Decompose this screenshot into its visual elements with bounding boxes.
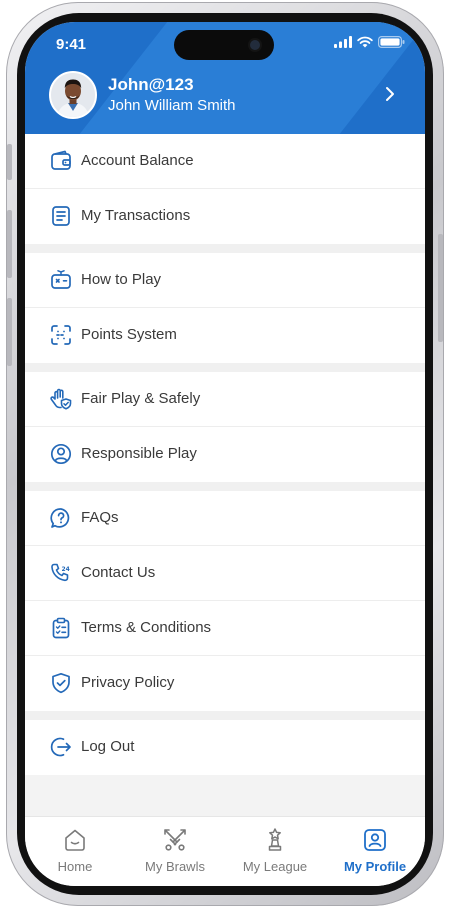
- volume-up-button: [7, 210, 12, 278]
- user-circle-icon: [50, 443, 72, 465]
- tab-label: Home: [57, 859, 93, 874]
- avatar: [49, 71, 97, 119]
- menu-item-label: How to Play: [81, 271, 162, 288]
- dynamic-island: [174, 30, 274, 60]
- battery-icon: [378, 36, 405, 48]
- tab-label: My Brawls: [145, 859, 205, 874]
- menu-item-label: My Transactions: [81, 207, 191, 224]
- chevron-right-icon[interactable]: [379, 83, 401, 105]
- tab-my-brawls[interactable]: My Brawls: [125, 827, 225, 881]
- wallet-icon: [51, 150, 71, 170]
- menu-separator: [25, 363, 425, 372]
- menu-item-label: Privacy Policy: [81, 674, 175, 691]
- menu-item-my-transactions[interactable]: My Transactions: [25, 189, 425, 244]
- clipboard-check-icon: [52, 617, 70, 639]
- tab-my-league[interactable]: My League: [225, 827, 325, 881]
- menu-separator: [25, 244, 425, 253]
- hand-shield-icon: [50, 388, 72, 410]
- menu-item-privacy-policy[interactable]: Privacy Policy: [25, 656, 425, 711]
- profile-badge-icon: [364, 829, 386, 851]
- phone-24-icon: 24: [51, 563, 70, 582]
- status-time: 9:41: [56, 36, 87, 53]
- avatar-photo: [51, 73, 95, 117]
- app-screen: 9:41 John@123 John William Smith Account…: [25, 22, 425, 886]
- menu-item-log-out[interactable]: Log Out: [25, 720, 425, 775]
- menu-item-account-balance[interactable]: Account Balance: [25, 134, 425, 189]
- menu-separator: [25, 711, 425, 720]
- shield-check-icon: [52, 672, 70, 694]
- tab-home[interactable]: Home: [25, 827, 125, 881]
- bottom-tab-bar: Home My Brawls My League My Profile: [25, 816, 425, 886]
- profile-header: 9:41 John@123 John William Smith: [25, 22, 425, 134]
- menu-item-label: Terms & Conditions: [81, 619, 212, 636]
- home-icon: [65, 829, 85, 851]
- menu-item-label: Fair Play & Safely: [81, 390, 201, 407]
- volume-down-button: [7, 298, 12, 366]
- logout-icon: [50, 737, 71, 757]
- power-button: [438, 234, 443, 342]
- trophy-icon: [268, 828, 282, 851]
- menu-item-contact-us[interactable]: 24 Contact Us: [25, 546, 425, 601]
- transactions-icon: [52, 206, 70, 226]
- menu-separator: [25, 482, 425, 491]
- menu-item-responsible-play[interactable]: Responsible Play: [25, 427, 425, 482]
- gamepad-icon: [51, 270, 71, 289]
- signal-icon: [334, 36, 352, 48]
- profile-username: John@123: [108, 75, 194, 94]
- mute-switch: [7, 144, 12, 180]
- menu-item-points-system[interactable]: Points System: [25, 308, 425, 363]
- profile-summary[interactable]: John@123 John William Smith: [49, 71, 401, 121]
- menu-item-terms-conditions[interactable]: Terms & Conditions: [25, 601, 425, 656]
- points-scan-icon: [51, 325, 71, 345]
- crossed-swords-icon: [164, 829, 186, 851]
- wifi-icon: [357, 36, 373, 48]
- menu-item-label: Contact Us: [81, 564, 156, 581]
- tab-label: My League: [242, 859, 308, 874]
- svg-text:24: 24: [62, 566, 70, 573]
- tab-my-profile[interactable]: My Profile: [325, 827, 425, 881]
- menu-item-label: Log Out: [81, 738, 135, 755]
- profile-full-name: John William Smith: [108, 97, 236, 114]
- menu-item-label: Points System: [81, 326, 177, 343]
- question-chat-icon: [50, 508, 70, 528]
- menu-item-faqs[interactable]: FAQs: [25, 491, 425, 546]
- menu-item-fair-play[interactable]: Fair Play & Safely: [25, 372, 425, 427]
- status-bar: 9:41: [25, 22, 425, 66]
- settings-menu: Account Balance My Transactions How to P…: [25, 134, 425, 775]
- menu-item-label: Account Balance: [81, 152, 194, 169]
- front-camera: [250, 40, 260, 50]
- tab-label: My Profile: [343, 859, 407, 874]
- menu-item-how-to-play[interactable]: How to Play: [25, 253, 425, 308]
- menu-item-label: Responsible Play: [81, 445, 197, 462]
- menu-item-label: FAQs: [81, 509, 119, 526]
- status-icons: [334, 36, 405, 48]
